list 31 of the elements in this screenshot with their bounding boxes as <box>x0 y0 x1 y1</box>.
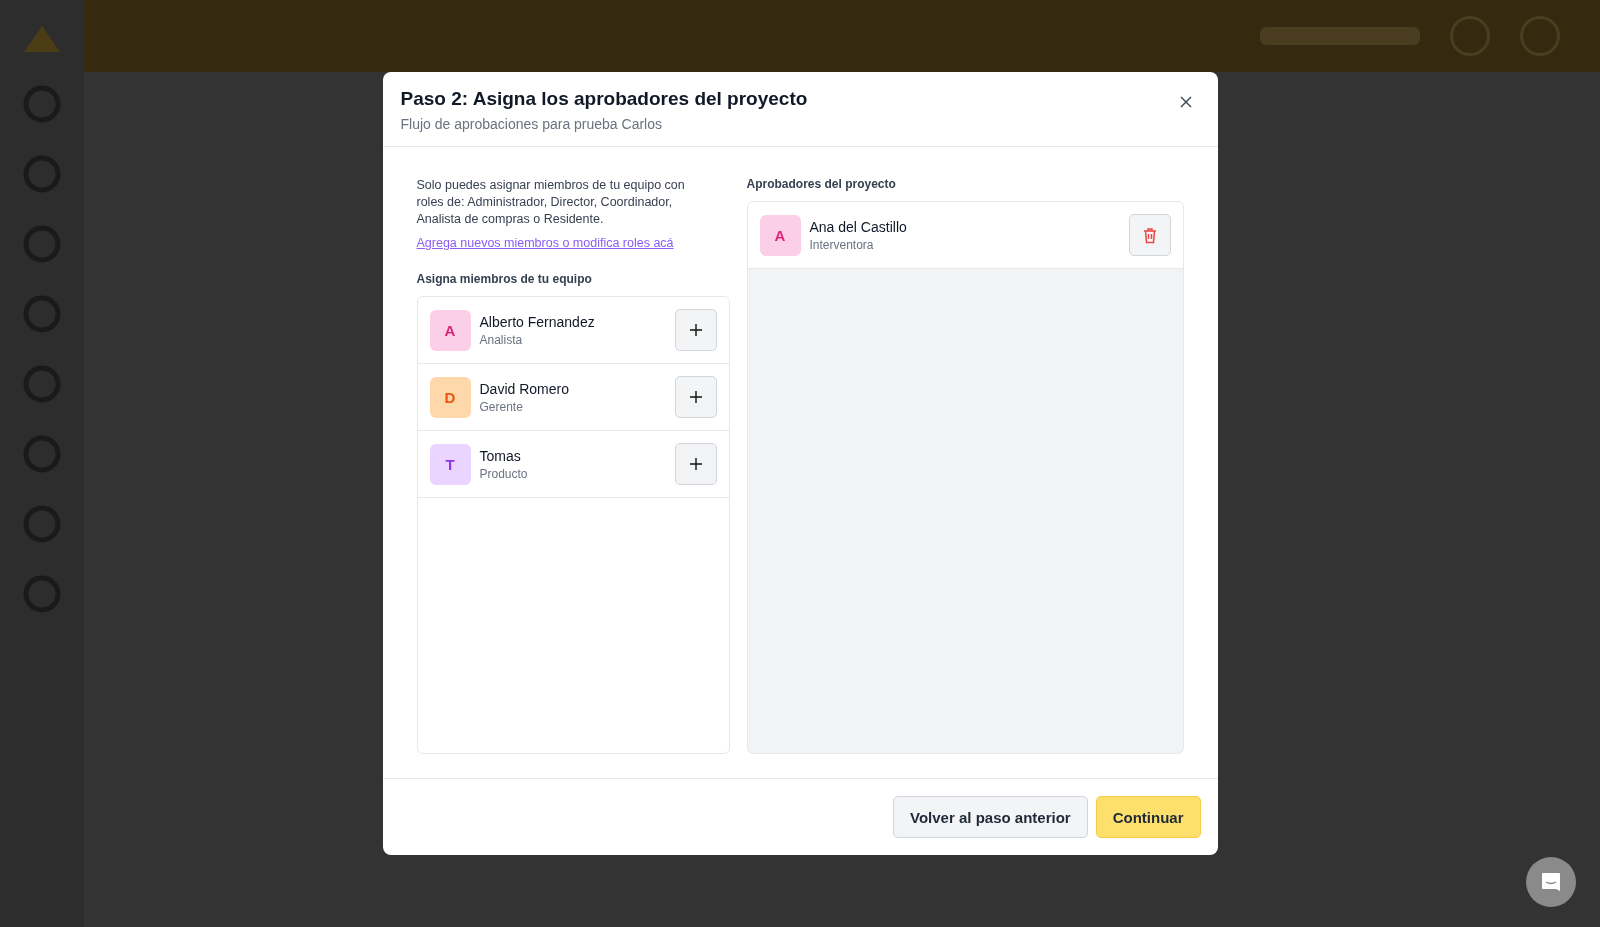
dialog-subtitle: Flujo de aprobaciones para prueba Carlos <box>400 116 663 132</box>
add-button[interactable] <box>674 309 717 351</box>
member-role: Gerente <box>479 399 524 414</box>
plus-icon <box>688 323 703 337</box>
roles-link[interactable]: Agrega nuevos miembros o modifica roles acá <box>416 236 674 250</box>
member-name: Ana del Castillo <box>809 218 908 235</box>
avatar-initial: A <box>774 226 786 244</box>
section-heading: Aprobadores del proyecto <box>746 177 897 191</box>
avatar-initial: A <box>444 321 456 339</box>
logo-icon <box>22 24 62 54</box>
trash-icon <box>1141 226 1158 244</box>
member-role: Analista <box>479 332 524 347</box>
add-button[interactable] <box>674 376 717 418</box>
chat-icon <box>1539 870 1563 894</box>
dialog-title: Paso 2: Asigna los aprobadores del proyecto <box>400 88 808 110</box>
member-role: Producto <box>479 466 529 481</box>
continue-button[interactable]: Continuar <box>1095 796 1201 838</box>
avatar-initial: D <box>444 388 456 406</box>
member-name: Tomas <box>479 447 522 464</box>
delete-button[interactable] <box>1128 214 1171 256</box>
chat-button[interactable] <box>1526 857 1576 907</box>
member-name: Alberto Fernandez <box>479 313 596 330</box>
info-text: Solo puedes asignar miembros de tu equipo con roles de: Administrador, Director, Coordinador, Analista de compras o Residente. <box>416 177 686 228</box>
plus-icon <box>688 457 703 471</box>
back-button[interactable]: Volver al paso anterior <box>893 796 1088 838</box>
plus-icon <box>688 390 703 404</box>
member-role: Interventora <box>809 237 875 252</box>
avatar-initial: T <box>445 455 455 473</box>
member-name: David Romero <box>479 380 570 397</box>
section-heading: Asigna miembros de tu equipo <box>416 272 593 286</box>
add-button[interactable] <box>674 443 717 485</box>
